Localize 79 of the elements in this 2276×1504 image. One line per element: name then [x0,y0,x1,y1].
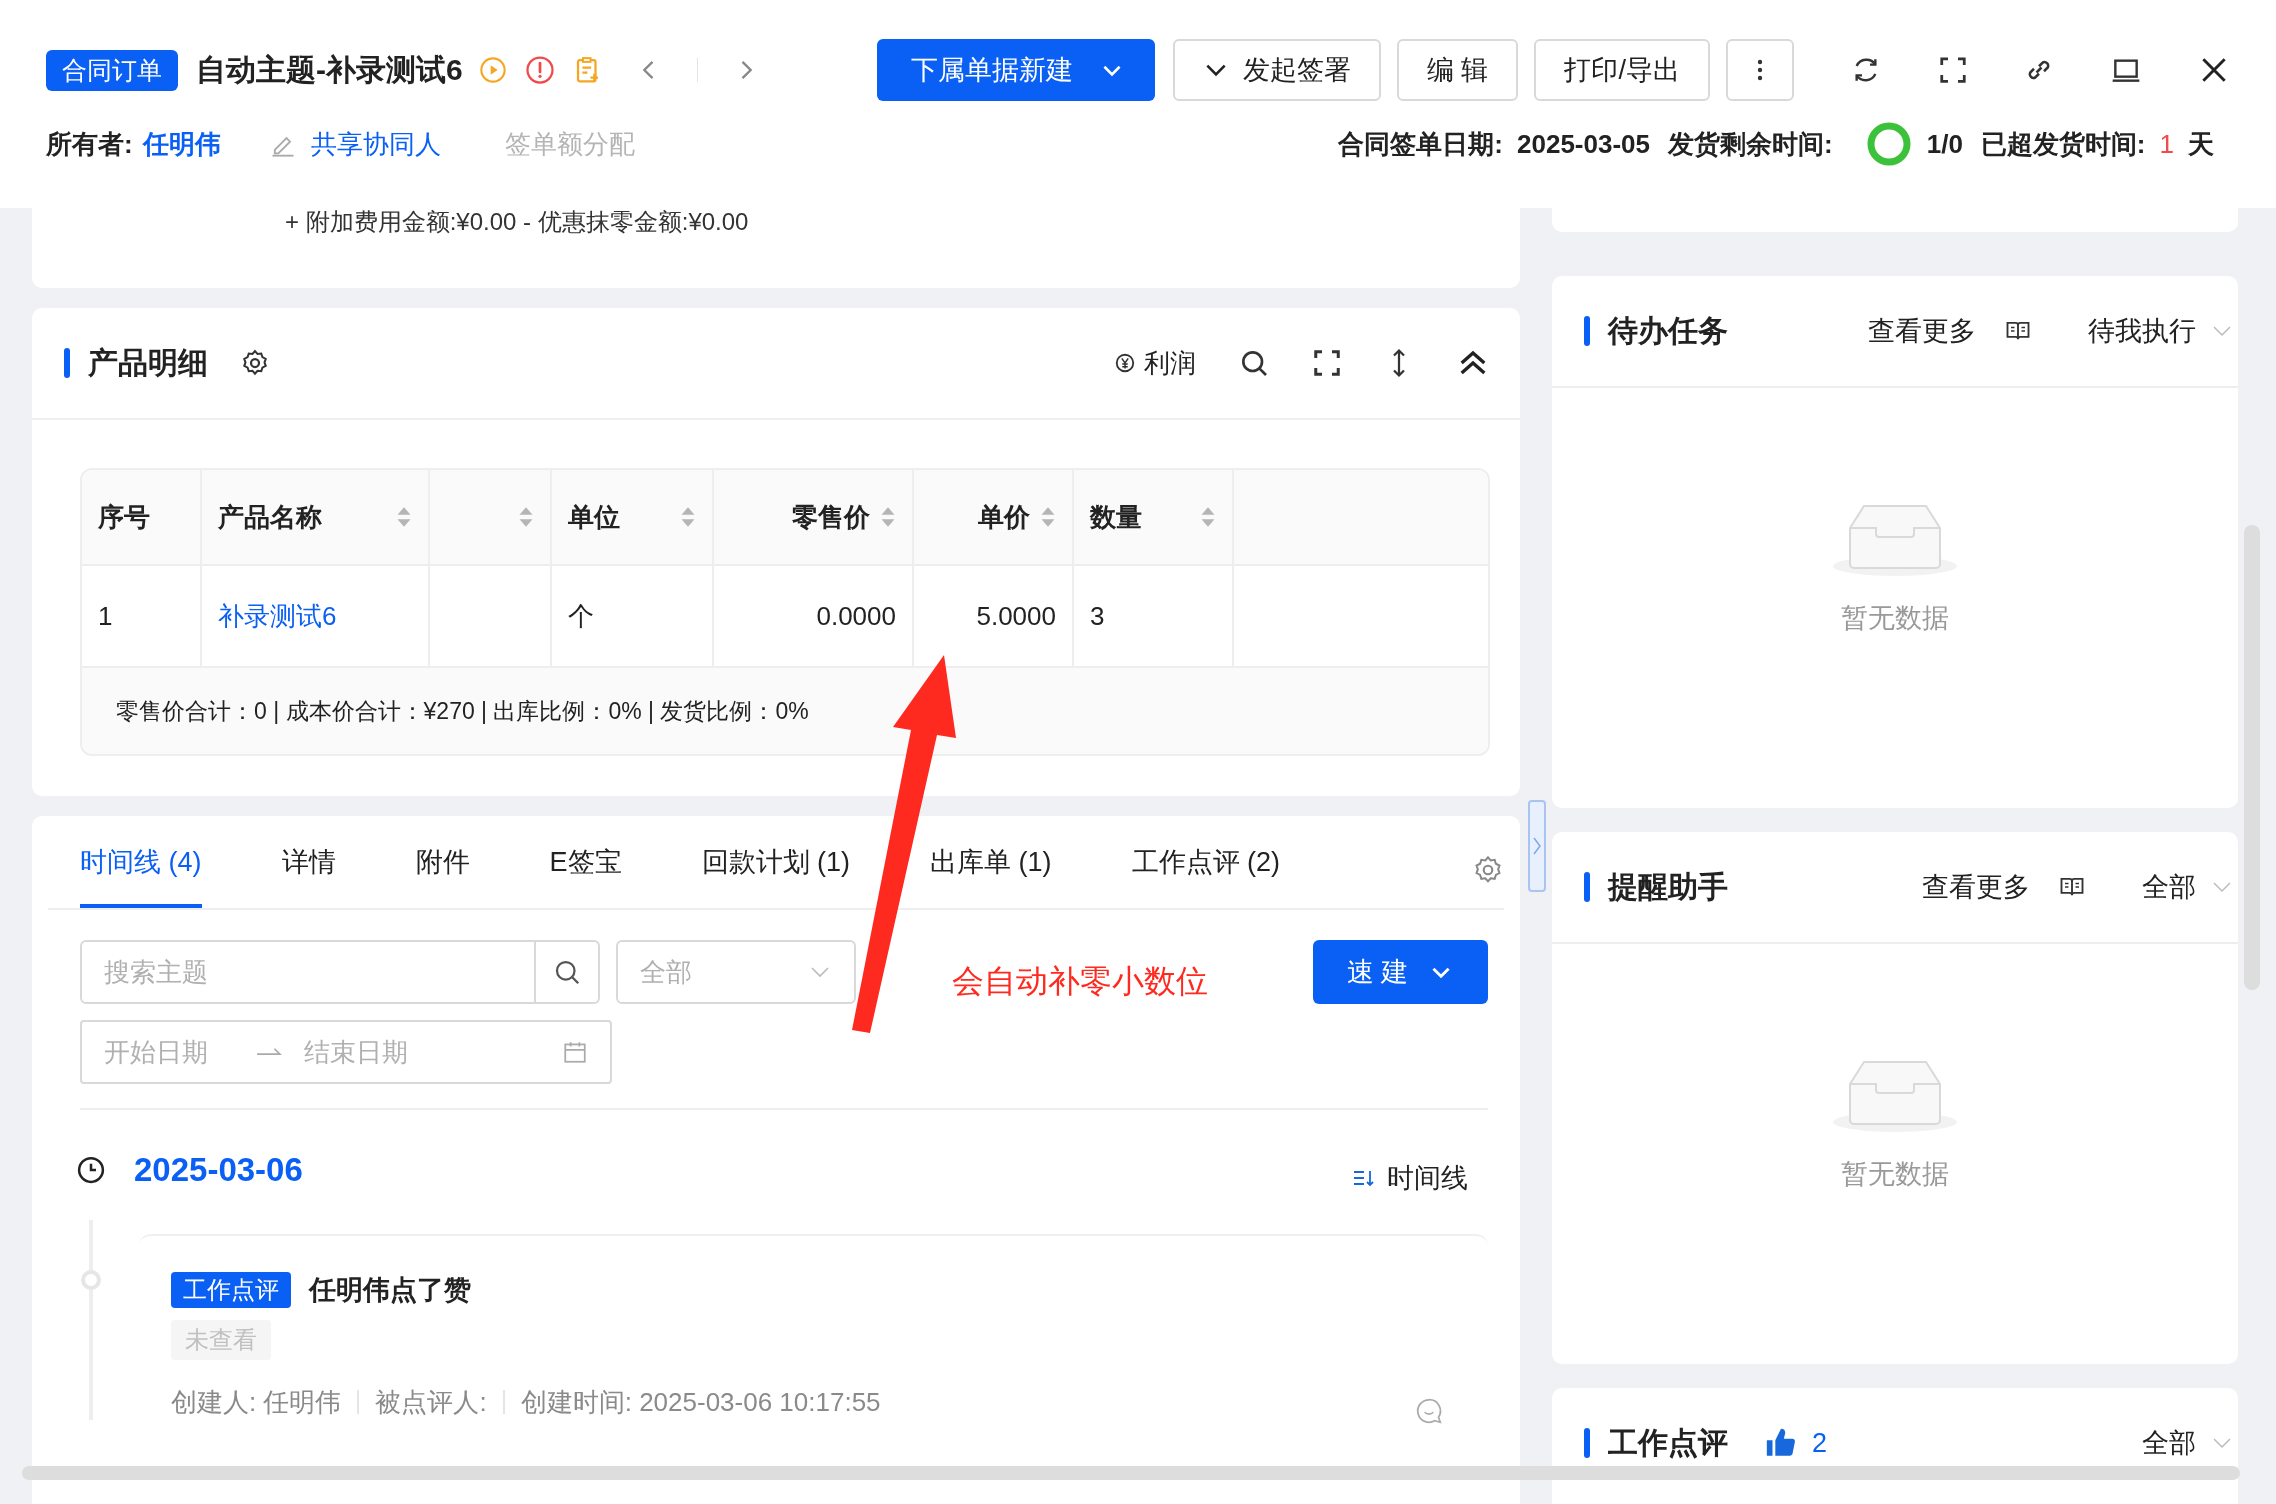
comment-icon[interactable] [1414,1396,1444,1426]
annotation-text: 会自动补零小数位 [952,962,1208,1001]
like-count: 2 [1812,1427,1828,1459]
settings-icon[interactable] [240,348,270,378]
horizontal-scrollbar[interactable] [22,1466,2240,1480]
search-button[interactable] [536,940,600,1004]
header-button[interactable]: 下属单据新建 [876,39,1155,101]
timeline-dot [81,1270,101,1290]
empty-state-text: 暂无数据 [1841,1158,1949,1191]
amount-summary: + 附加费用金额:¥0.00 - 优惠抹零金额:¥0.00 [285,208,749,236]
entry-title: 任明伟点了赞 [309,1274,471,1307]
calendar-icon[interactable] [562,1039,588,1065]
overdue-days: 1 [2159,128,2174,160]
card-title: 产品明细 [88,344,208,381]
table-cell: 1 [98,600,113,632]
quick-create-button[interactable]: 速 建 [1313,940,1488,1004]
owner-link[interactable]: 任明伟 [142,126,221,162]
panel-filter[interactable]: 全部 [2142,869,2196,905]
empty-state-text: 暂无数据 [1841,602,1949,635]
collapse-handle[interactable] [1528,800,1546,892]
detail-tab[interactable]: 出库单 (1) [930,836,1052,908]
detail-tab[interactable]: E签宝 [549,836,622,908]
table-cell: 0.0000 [816,600,896,632]
accent-bar [64,348,70,378]
detail-tab[interactable]: 附件 [415,836,470,908]
remaining-time-label: 发货剩余时间: [1668,127,1833,161]
column-header[interactable]: 单价 [914,470,1074,564]
table-summary: 零售价合计：0 | 成本价合计：¥270 | 出库比例：0% | 发货比例：0% [116,696,809,726]
entry-created-time: 创建时间: 2025-03-06 10:17:55 [520,1385,881,1419]
warning-icon[interactable] [524,55,555,85]
profit-button[interactable]: 利润 [1114,345,1196,381]
accent-bar [1584,1428,1590,1458]
detail-tab[interactable]: 时间线 (4) [80,836,202,908]
accent-bar [1584,316,1590,346]
column-header[interactable]: 单位 [552,470,714,564]
document-type-tag: 合同订单 [46,49,178,91]
play-circle-icon[interactable] [478,56,507,84]
panel-title: 工作点评 [1608,1424,1728,1461]
sign-date: 2025-03-05 [1517,128,1651,160]
timeline-date: 2025-03-06 [134,1151,303,1189]
more-icon[interactable] [1756,57,1764,83]
entry-reviewee: 被点评人: [375,1385,487,1419]
timeline-view-button[interactable]: 时间线 [1345,1159,1474,1197]
yen-circle-icon[interactable] [1114,352,1136,374]
view-more-link[interactable]: 查看更多 [1868,313,1976,349]
view-more-link[interactable]: 查看更多 [1922,869,2030,905]
entry-creator: 创建人: 任明伟 [171,1385,342,1419]
detail-tab[interactable]: 工作点评 (2) [1131,836,1280,908]
table-cell[interactable]: 补录测试6 [218,598,337,634]
panel-title: 提醒助手 [1608,868,1728,905]
search-field[interactable]: 搜索主题 [80,940,536,1004]
sign-date-label: 合同签单日期: [1338,127,1504,161]
column-header[interactable]: 零售价 [714,470,914,564]
header-button[interactable]: 编 辑 [1396,39,1519,101]
share-collaborators-link[interactable]: 共享协同人 [310,126,441,162]
table-cell: 3 [1090,600,1105,632]
column-header[interactable]: 序号 [82,470,202,564]
header-button[interactable]: 打印/导出 [1534,39,1710,101]
header-button[interactable]: 发起签署 [1172,39,1381,101]
fullscreen-icon[interactable] [1312,348,1342,378]
table-cell-text: 个 [568,599,594,633]
table-cell: 5.0000 [976,600,1056,632]
detail-tab[interactable]: 详情 [281,836,336,908]
vertical-scrollbar[interactable] [2244,525,2260,990]
clock-icon [76,1155,106,1185]
column-header[interactable]: 产品名称 [202,470,430,564]
fullscreen-icon[interactable] [1938,55,1968,85]
column-header[interactable]: 数量 [1074,470,1234,564]
panel-title: 待办任务 [1608,312,1728,349]
entry-type-tag: 工作点评 [171,1272,291,1308]
owner-label: 所有者: [46,127,133,161]
panel-filter[interactable]: 待我执行 [2088,313,2196,349]
days-unit: 天 [2188,127,2214,161]
detail-tab[interactable]: 回款计划 (1) [701,836,850,908]
remaining-time: 1/0 [1926,128,1963,160]
panel-filter[interactable]: 全部 [2142,1425,2196,1461]
document-title: 自动主题-补录测试6 [196,51,463,88]
overdue-time-label: 已超发货时间: [1980,127,2146,161]
accent-bar [1584,872,1590,902]
